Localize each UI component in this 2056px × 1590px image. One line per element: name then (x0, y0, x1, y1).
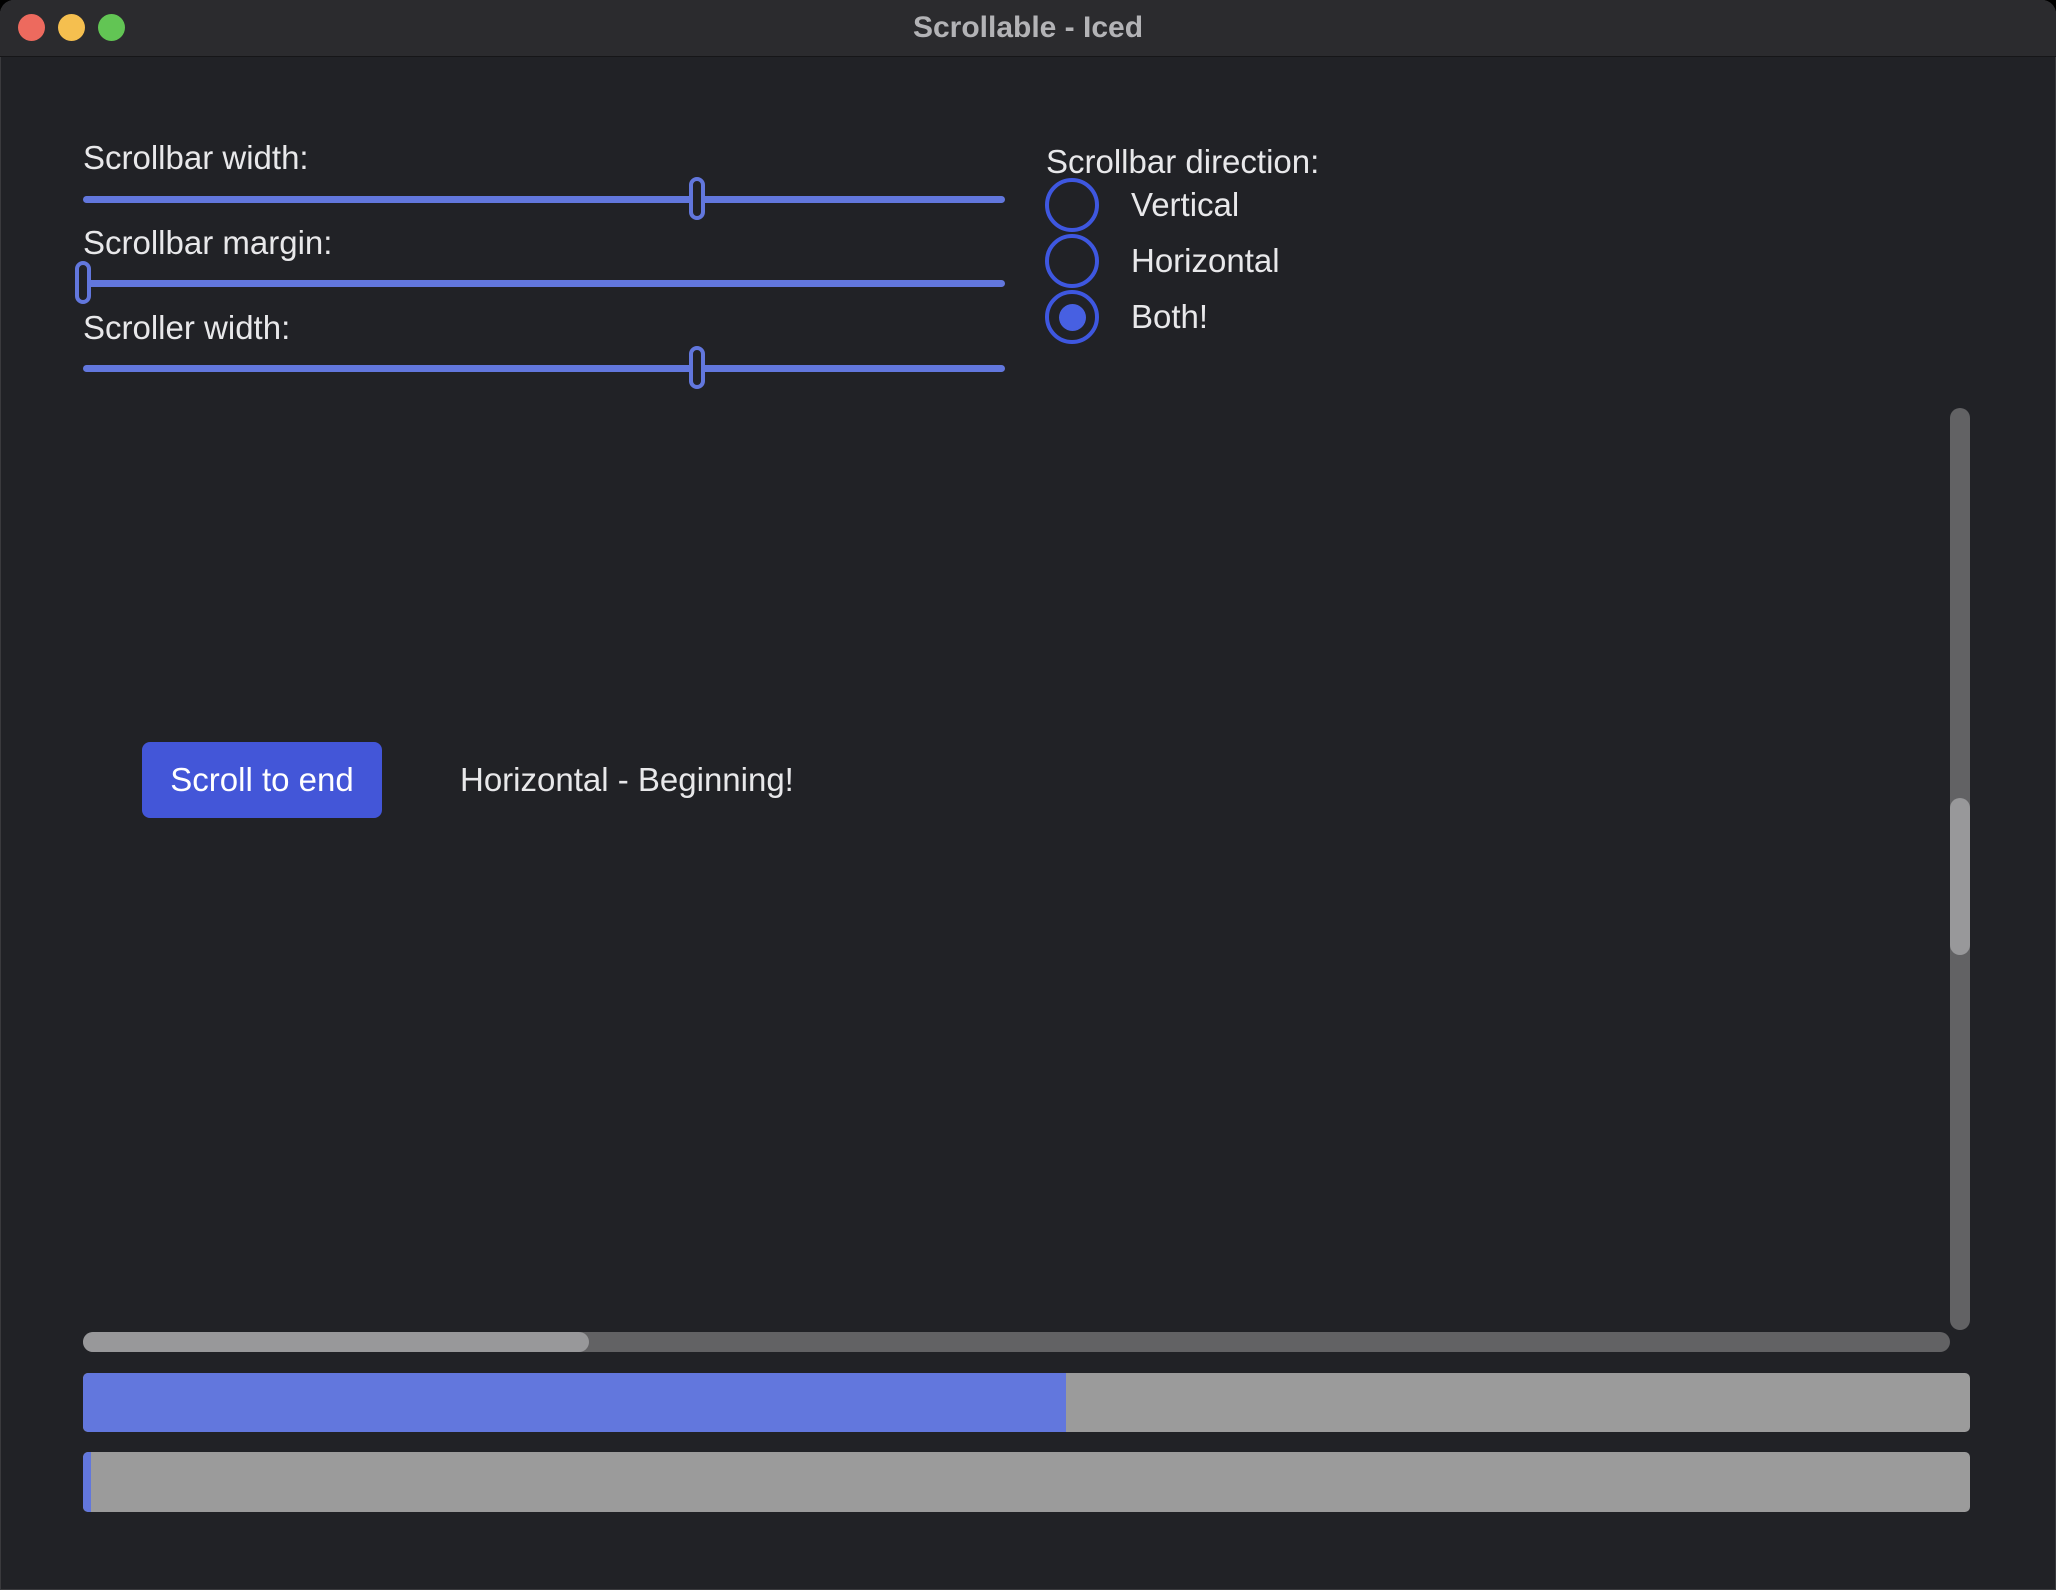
vertical-scrollbar[interactable] (1950, 408, 1970, 1330)
progress-fill (83, 1373, 1066, 1432)
vertical-scroller[interactable] (1950, 798, 1970, 955)
horizontal-progress-bar (83, 1373, 1970, 1432)
scrollable-area[interactable]: Scroll to end Horizontal - Beginning! (0, 0, 2056, 1590)
scroll-to-end-button[interactable]: Scroll to end (142, 742, 382, 818)
horizontal-scroller[interactable] (83, 1332, 589, 1352)
vertical-progress-bar (83, 1452, 1970, 1512)
progress-fill (83, 1452, 91, 1512)
horizontal-scrollbar[interactable] (83, 1332, 1950, 1352)
app-window: Scrollable - Iced Scrollbar width: Scrol… (0, 0, 2056, 1590)
scroll-status-text: Horizontal - Beginning! (460, 760, 794, 800)
